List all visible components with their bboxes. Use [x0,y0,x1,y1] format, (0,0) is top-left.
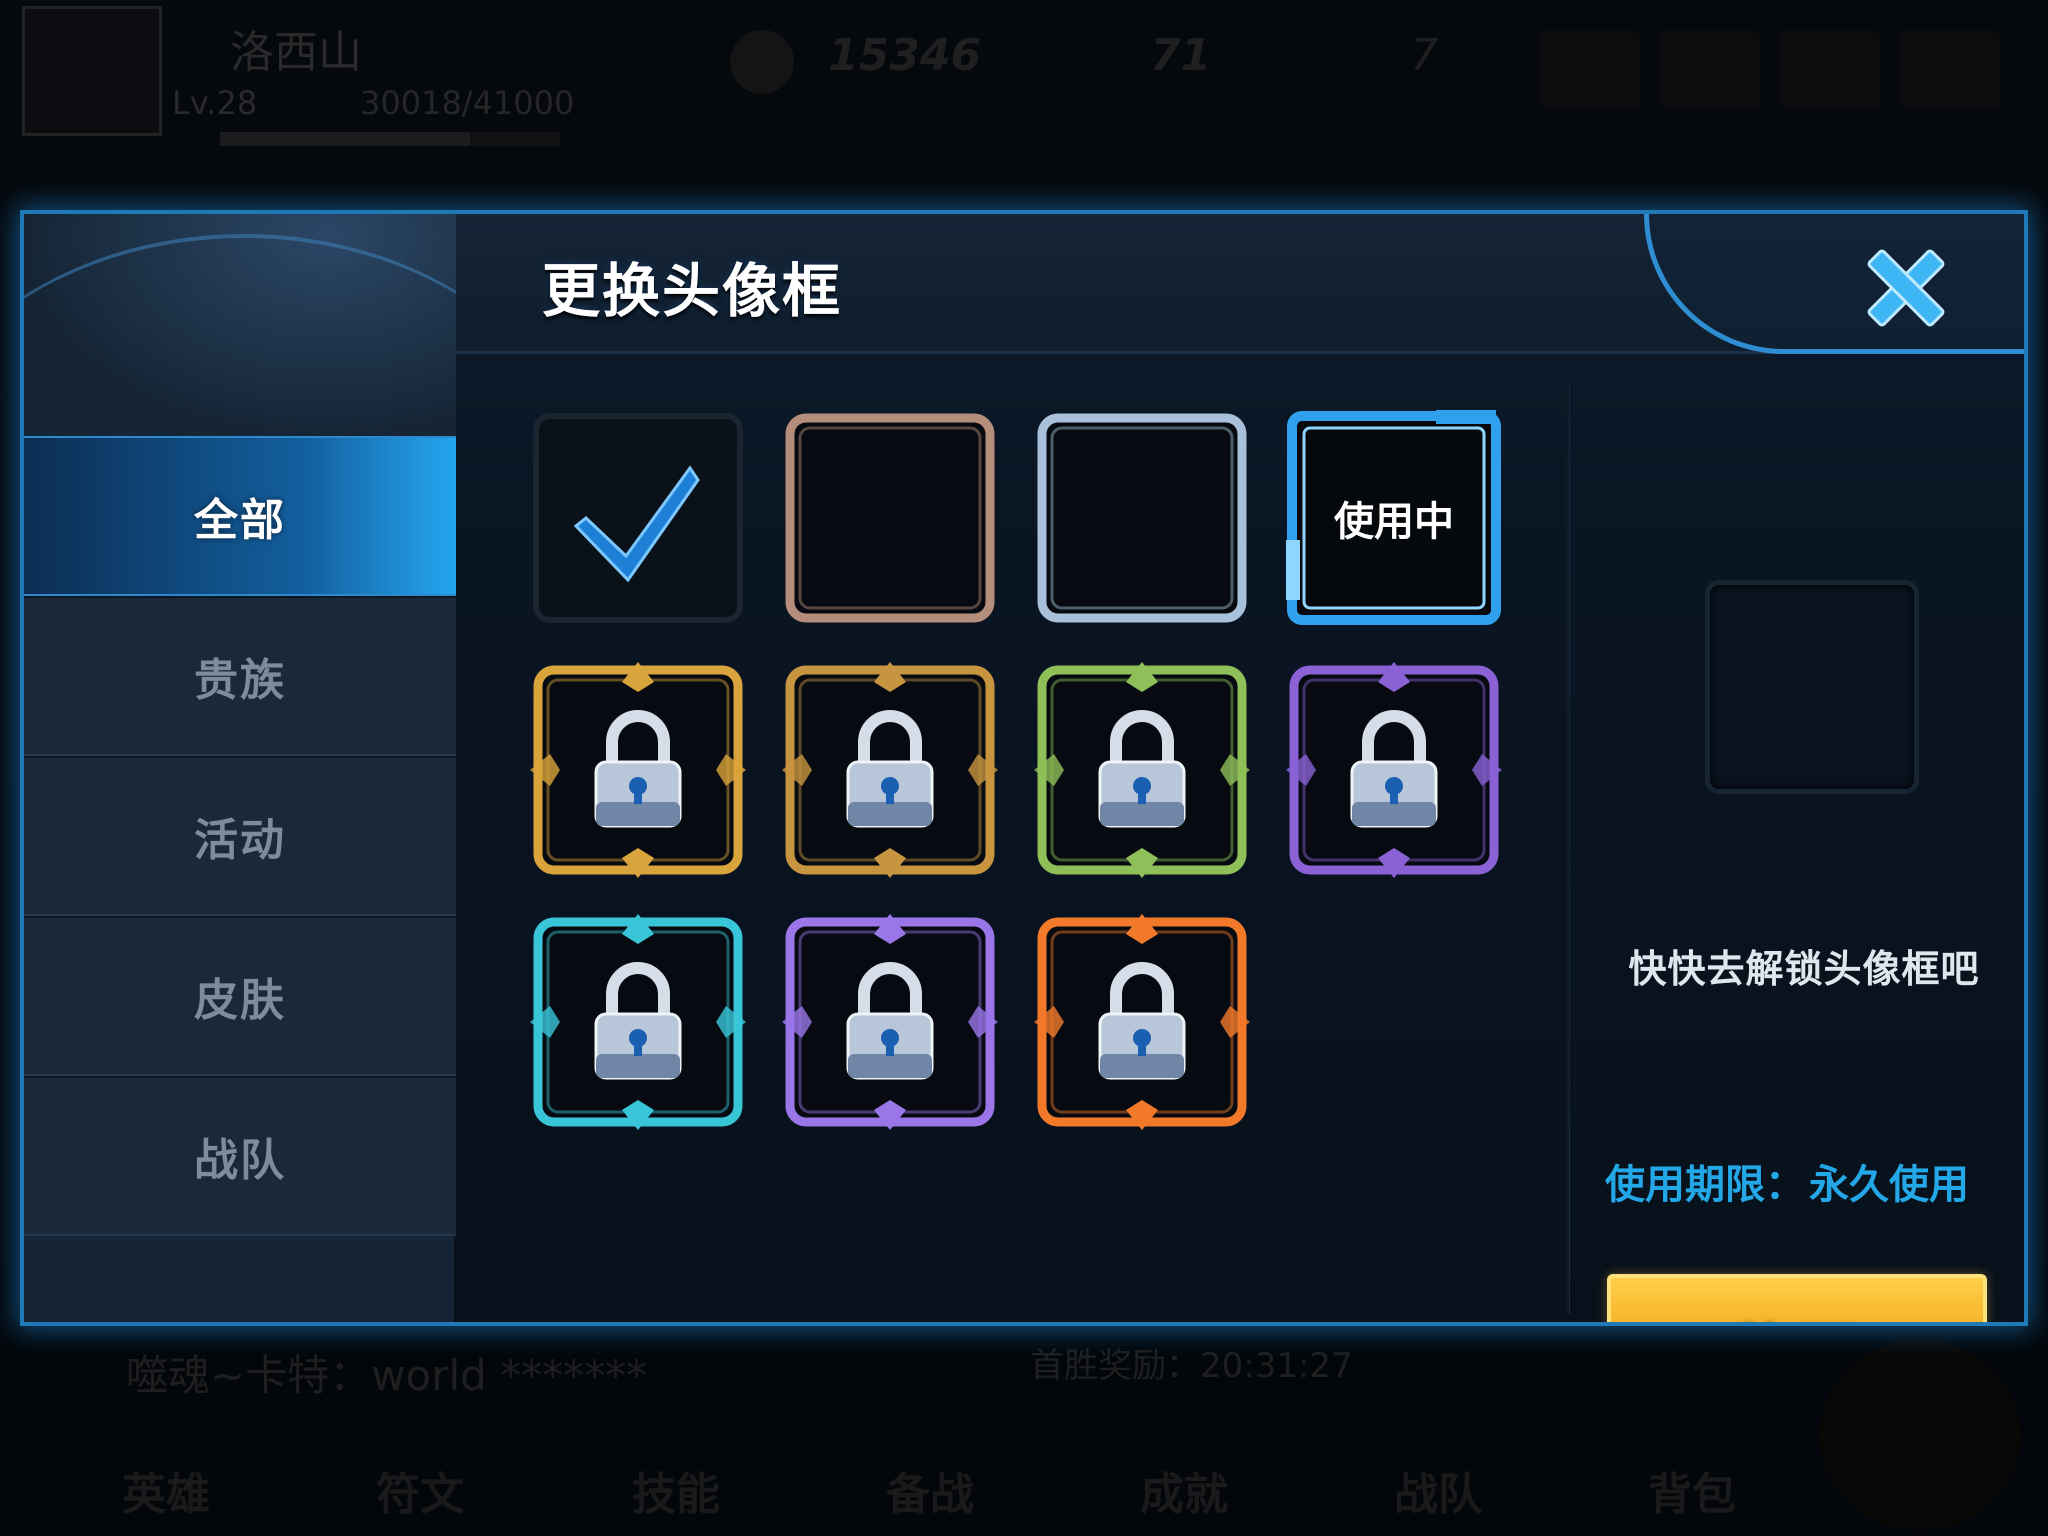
lock-icon [594,710,682,828]
category-tab-event[interactable]: 活动 [24,756,456,916]
lock-icon [1098,710,1186,828]
bottom-nav: 英雄 符文 技能 备战 成就 战队 背包 [0,1440,2048,1536]
lock-icon [594,962,682,1080]
coin-count: 15346 [828,30,982,81]
frame-grid: 使用中 [530,410,1502,1170]
duration-label: 使用期限： [1605,1162,1805,1208]
frame-option-purple[interactable] [1286,662,1502,878]
frame-bronze-art [785,413,995,623]
frame-option-violet[interactable] [782,914,998,1130]
diamond-count: 71 [1150,30,1212,81]
close-x-icon [1867,249,1945,327]
frame-detail-panel: 快快去解锁头像框吧 使用期限： 永久使用 使用 [1569,354,2024,1322]
avatar-frame-dialog: 全部 贵族 活动 皮肤 战队 更换头像框 使用中 快快去解锁头像框吧 使用期限：… [20,210,2028,1326]
nav-item: 技能 [632,1469,720,1520]
nav-item: 英雄 [122,1469,210,1520]
use-button-label: 使用 [1731,1305,1863,1323]
frame-option-silver[interactable] [1034,410,1250,626]
in-use-label: 使用中 [1334,499,1454,545]
frame-option-cyan-gold[interactable] [530,914,746,1130]
unlock-hint: 快快去解锁头像框吧 [1628,947,1980,991]
top-button [1660,30,1760,108]
top-button [1540,30,1640,108]
player-level: Lv.28 [172,84,258,122]
header-corner-decoration [1644,214,2024,354]
mascot-image [1820,1340,2020,1530]
frame-preview [1705,580,1919,794]
checkmark-icon [573,465,700,583]
category-sidebar: 全部 贵族 活动 皮肤 战队 [24,214,584,1322]
frame-option-blue[interactable]: 使用中 [1286,410,1502,626]
lock-icon [846,962,934,1080]
dialog-header: 更换头像框 [456,214,2024,354]
nav-item: 备战 [886,1469,974,1520]
duration-value: 永久使用 [1809,1162,1969,1208]
lock-icon [1350,710,1438,828]
frame-option-bronze[interactable] [782,410,998,626]
frame-silver-art [1037,413,1247,623]
nav-item: 背包 [1648,1469,1736,1520]
exp-bar-fill [220,132,470,146]
top-button [1900,30,2000,108]
frame-option-default[interactable] [530,410,746,626]
frame-option-bronze-wing[interactable] [782,662,998,878]
frame-option-green[interactable] [1034,662,1250,878]
use-button[interactable]: 使用 [1607,1274,1987,1323]
top-button [1780,30,1880,108]
nav-item: 成就 [1140,1469,1228,1520]
chat-message: 噬魂~卡特：world ******* [126,1351,648,1400]
ticket-count: 7 [1410,30,1438,81]
sidebar-header-decoration [24,214,584,436]
nav-item: 符文 [376,1469,464,1520]
category-tab-all[interactable]: 全部 [24,436,456,596]
lock-icon [1098,962,1186,1080]
player-avatar [22,6,162,136]
category-tab-team[interactable]: 战队 [24,1076,456,1236]
frame-option-gold[interactable] [530,662,746,878]
dialog-title: 更换头像框 [542,257,843,325]
close-button[interactable] [1846,228,1966,348]
category-tab-noble[interactable]: 贵族 [24,596,456,756]
frame-option-flame[interactable] [1034,914,1250,1130]
first-win-timer: 首胜奖励：20:31:27 [1030,1346,1353,1386]
nav-item: 战队 [1394,1469,1482,1520]
category-tab-skin[interactable]: 皮肤 [24,916,456,1076]
frame-panel: 更换头像框 使用中 快快去解锁头像框吧 使用期限： 永久使用 使用 [456,214,2024,1322]
coin-icon [730,30,794,94]
lock-icon [846,710,934,828]
player-exp: 30018/41000 [360,84,575,122]
player-name: 洛西山 [230,27,362,78]
